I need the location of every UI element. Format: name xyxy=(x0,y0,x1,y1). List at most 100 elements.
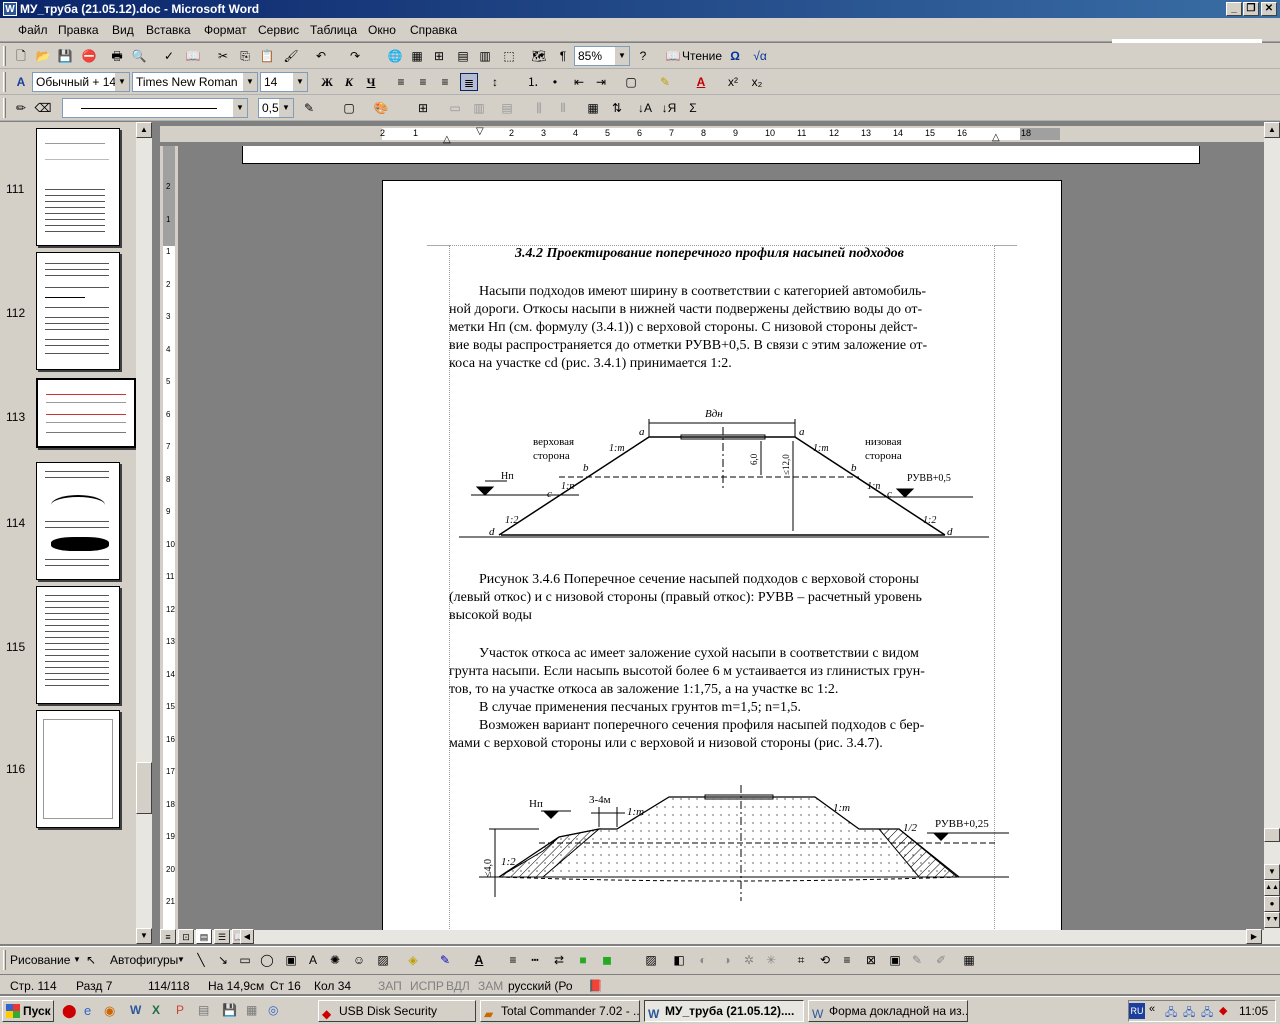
drawing-menu[interactable]: Рисование xyxy=(10,953,70,967)
tables-borders-icon[interactable]: ▦ xyxy=(408,47,426,65)
scroll-left-icon[interactable]: ◀ xyxy=(240,929,254,944)
border-color-icon[interactable]: ✎ xyxy=(300,99,318,117)
menu-window[interactable]: Окно xyxy=(368,23,396,37)
zoom-select[interactable]: 85% ▼ xyxy=(574,46,630,66)
thumbnail-page-111[interactable] xyxy=(36,128,120,246)
quicklaunch-powerpoint-icon[interactable]: P xyxy=(176,1003,184,1017)
format-painter-icon[interactable]: 🖌 xyxy=(282,47,300,65)
network-icon[interactable]: 🖧 xyxy=(1201,1004,1213,1023)
network-icon[interactable]: 🖧 xyxy=(1183,1004,1195,1023)
copy-icon[interactable]: ⎘ xyxy=(236,47,254,65)
quicklaunch-opera-icon[interactable]: ⬤ xyxy=(62,1003,77,1019)
font-size-select[interactable]: 14 ▼ xyxy=(260,72,308,92)
menu-tools[interactable]: Сервис xyxy=(258,23,299,37)
print-icon[interactable]: 🖶 xyxy=(108,47,126,65)
print-preview-icon[interactable]: 🔍 xyxy=(130,47,148,65)
horizontal-scrollbar[interactable]: ≡ ⊡ ▤ ☰ 📖 ◀ ▶ xyxy=(160,929,1264,944)
borders-icon[interactable]: ▢ xyxy=(622,73,640,91)
increase-indent-icon[interactable]: ⇥ xyxy=(592,73,610,91)
toolbar-handle[interactable] xyxy=(3,46,6,66)
line-style-select[interactable]: ▼ xyxy=(62,98,248,118)
chevron-down-icon[interactable]: ▼ xyxy=(615,47,629,65)
thumbnail-page-112[interactable] xyxy=(36,252,120,370)
chevron-down-icon[interactable]: ▼ xyxy=(115,73,129,91)
thumbnail-page-113[interactable] xyxy=(36,378,136,448)
left-indent-marker[interactable]: △ xyxy=(443,134,451,145)
spelling-icon[interactable]: ✓ xyxy=(160,47,178,65)
status-language[interactable]: русский (Ро xyxy=(508,979,573,993)
align-center-icon[interactable]: ≡ xyxy=(414,73,432,91)
prev-page-icon[interactable]: ▲▲ xyxy=(1264,880,1280,896)
fill-color-icon[interactable]: ◈ xyxy=(404,951,422,969)
arrow-icon[interactable]: ↘ xyxy=(214,951,232,969)
chevron-down-icon[interactable]: ▼ xyxy=(293,73,307,91)
dash-style-icon[interactable]: ┅ xyxy=(526,951,544,969)
quicklaunch-browser-icon[interactable]: ◎ xyxy=(268,1003,278,1017)
styles-pane-icon[interactable]: A xyxy=(12,73,30,91)
wordart-icon[interactable]: A xyxy=(304,951,322,969)
line-style-icon[interactable]: ≡ xyxy=(504,951,522,969)
close-button[interactable]: ✕ xyxy=(1261,2,1277,16)
chevron-down-icon[interactable]: ▼ xyxy=(233,99,247,117)
thumbnail-scrollbar[interactable]: ▲ ▼ xyxy=(136,122,152,944)
normal-view-icon[interactable]: ≡ xyxy=(160,929,176,944)
toolbar-handle[interactable] xyxy=(3,72,6,92)
shadow-icon[interactable]: ■ xyxy=(574,951,592,969)
outline-view-icon[interactable]: ☰ xyxy=(214,929,230,944)
task-usb-disk-security[interactable]: ◆ USB Disk Security xyxy=(318,1000,476,1022)
line-color-icon[interactable]: ✎ xyxy=(436,951,454,969)
menu-file[interactable]: Файл xyxy=(18,23,48,37)
document-area[interactable]: 3.4.2 Проектирование поперечного профиля… xyxy=(178,146,1264,930)
font-select[interactable]: Times New Roman ▼ xyxy=(132,72,258,92)
align-left-icon[interactable]: ≡ xyxy=(392,73,410,91)
text-wrap-icon[interactable]: ▣ xyxy=(886,951,904,969)
thumbnail-page-115[interactable] xyxy=(36,586,120,704)
show-hide-icon[interactable]: ¶ xyxy=(554,47,572,65)
distribute-rows-icon[interactable]: ⫼ xyxy=(530,99,548,117)
chevron-down-icon[interactable]: ▼ xyxy=(279,99,293,117)
line-weight-select[interactable]: 0,5 ▼ xyxy=(258,98,294,118)
scroll-down-icon[interactable]: ▼ xyxy=(136,928,152,944)
toolbar-handle[interactable] xyxy=(3,98,6,118)
quicklaunch-excel-icon[interactable]: X xyxy=(152,1003,160,1017)
usb-security-icon[interactable]: ◆ xyxy=(1219,1004,1227,1017)
spelling-status-icon[interactable]: 📕 xyxy=(588,979,603,993)
line-icon[interactable]: ╲ xyxy=(192,951,210,969)
decrease-indent-icon[interactable]: ⇤ xyxy=(570,73,588,91)
menu-view[interactable]: Вид xyxy=(112,23,134,37)
omega-icon[interactable]: Ω xyxy=(726,47,744,65)
autoshapes-menu[interactable]: Автофигуры xyxy=(110,953,178,967)
picture-icon[interactable]: ▨ xyxy=(374,951,392,969)
quicklaunch-firefox-icon[interactable]: ◉ xyxy=(104,1003,115,1019)
new-icon[interactable]: 🗋 xyxy=(12,47,30,65)
clock[interactable]: 11:05 xyxy=(1239,1004,1268,1018)
status-ext[interactable]: ВДЛ xyxy=(446,979,470,993)
compress-icon[interactable]: ⊠ xyxy=(862,951,880,969)
language-indicator[interactable]: RU xyxy=(1129,1003,1145,1019)
read-icon[interactable]: 📖 xyxy=(664,47,682,65)
document-scrollbar[interactable]: ▲ ▼ ▲▲ ● ▼▼ xyxy=(1264,122,1280,944)
sort-asc-icon[interactable]: ↓A xyxy=(636,99,654,117)
justify-icon[interactable]: ≣ xyxy=(460,73,478,91)
shading-color-icon[interactable]: 🎨 xyxy=(372,99,390,117)
insert-table-icon[interactable]: ⊞ xyxy=(414,99,432,117)
superscript-icon[interactable]: x² xyxy=(724,73,742,91)
thumbnail-page-114[interactable] xyxy=(36,462,120,580)
set-transparent-icon[interactable]: ✐ xyxy=(932,951,950,969)
quicklaunch-word-icon[interactable]: W xyxy=(130,1003,141,1017)
chevron-down-icon[interactable]: ▼ xyxy=(243,73,257,91)
arrow-style-icon[interactable]: ⇄ xyxy=(550,951,568,969)
document-page[interactable]: 3.4.2 Проектирование поперечного профиля… xyxy=(382,180,1062,930)
line-spacing-icon[interactable]: ↕ xyxy=(486,73,504,91)
start-button[interactable]: Пуск xyxy=(2,1000,54,1022)
sort-desc-icon[interactable]: ↓Я xyxy=(660,99,678,117)
highlight-icon[interactable]: ✎ xyxy=(656,73,674,91)
font-color-icon[interactable]: A xyxy=(692,73,710,91)
rectangle-icon[interactable]: ▭ xyxy=(236,951,254,969)
menu-help[interactable]: Справка xyxy=(410,23,457,37)
next-page-icon[interactable]: ▼▼ xyxy=(1264,912,1280,928)
save-icon[interactable]: 💾 xyxy=(56,47,74,65)
format-picture-icon[interactable]: ✎ xyxy=(908,951,926,969)
textbox-icon[interactable]: ▣ xyxy=(282,951,300,969)
align-cell-icon[interactable]: ▤ xyxy=(498,99,516,117)
